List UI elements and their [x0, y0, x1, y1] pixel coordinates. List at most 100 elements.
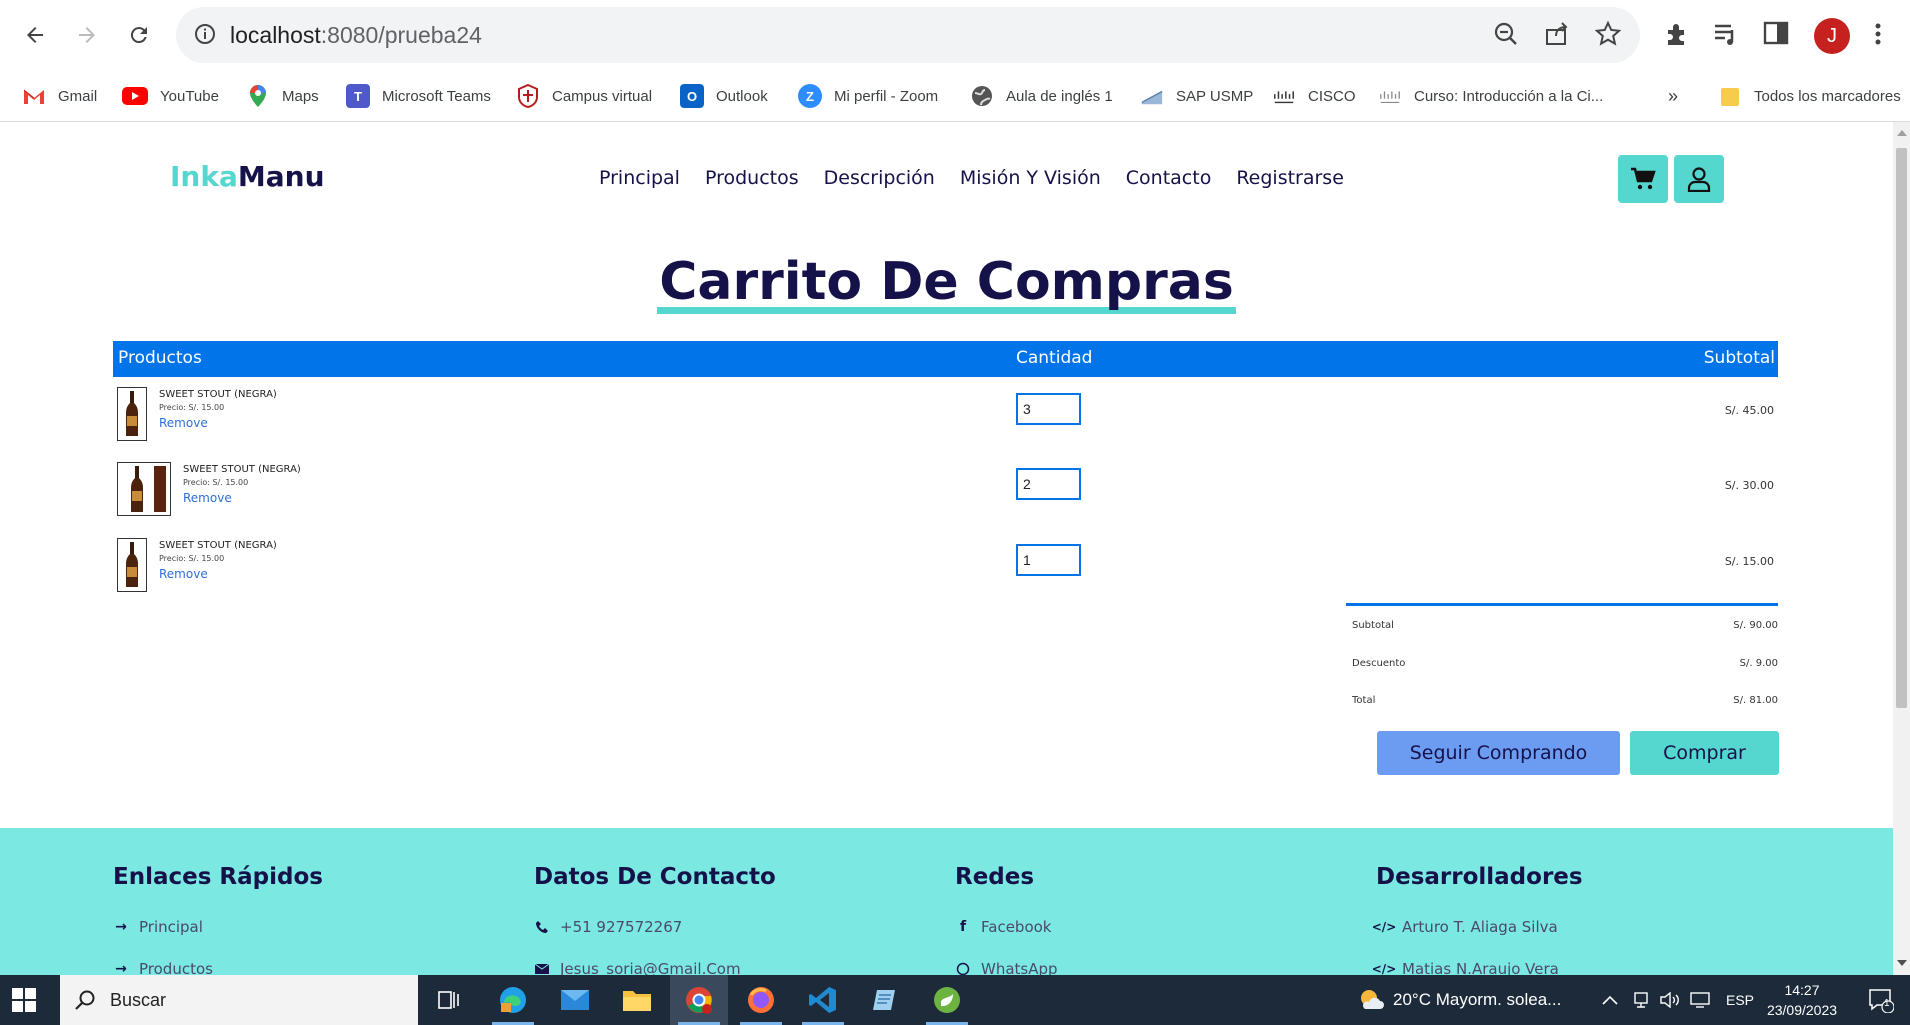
- remove-link[interactable]: Remove: [183, 491, 301, 505]
- product-price: Precio: S/. 15.00: [159, 403, 225, 412]
- page-scrollbar[interactable]: [1893, 122, 1910, 975]
- footer-email[interactable]: Jesus_soria@Gmail.Com: [534, 960, 741, 975]
- cart-button[interactable]: [1618, 155, 1668, 203]
- quantity-input[interactable]: [1016, 468, 1081, 500]
- nav-link-productos[interactable]: Productos: [705, 167, 799, 189]
- taskbar-edge[interactable]: [484, 975, 542, 1025]
- remove-link[interactable]: Remove: [159, 416, 277, 430]
- taskbar-search[interactable]: Buscar: [60, 975, 418, 1025]
- taskbar-mail[interactable]: [546, 975, 604, 1025]
- extensions-icon[interactable]: [1663, 20, 1693, 50]
- profile-initial: J: [1827, 24, 1837, 47]
- quantity-input[interactable]: [1016, 544, 1081, 576]
- bookmark-aula[interactable]: Aula de inglés 1: [970, 82, 1113, 110]
- nav-link-principal[interactable]: Principal: [599, 167, 680, 189]
- bookmark-maps[interactable]: Maps: [246, 82, 319, 110]
- footer-phone[interactable]: +51 927572267: [534, 918, 682, 936]
- facebook-label: Facebook: [981, 918, 1052, 936]
- url-text[interactable]: localhost:8080/prueba24: [230, 22, 482, 49]
- kebab-menu-icon[interactable]: [1873, 20, 1903, 50]
- footer-link[interactable]: → Principal: [113, 918, 203, 936]
- windows-logo-icon: [12, 988, 36, 1012]
- taskbar-notepad[interactable]: [856, 975, 914, 1025]
- totals-total-row: Total S/. 81.00: [1346, 695, 1778, 715]
- reload-button[interactable]: [118, 14, 160, 56]
- product-info: SWEET STOUT (NEGRA) Precio: S/. 15.00 Re…: [183, 464, 301, 505]
- taskbar-weather[interactable]: 20°C Mayorm. solea...: [1357, 975, 1561, 1025]
- taskbar-vscode[interactable]: [794, 975, 852, 1025]
- buy-button[interactable]: Comprar: [1630, 731, 1779, 775]
- row-subtotal: S/. 15.00: [1724, 555, 1774, 568]
- bookmarks-overflow-button[interactable]: »: [1668, 82, 1678, 110]
- campus-icon: [516, 84, 540, 108]
- zoom-out-icon[interactable]: [1493, 21, 1521, 49]
- bookmark-label: Curso: Introducción a la Ci...: [1414, 87, 1604, 105]
- bookmark-zoom[interactable]: Z Mi perfil - Zoom: [798, 82, 938, 110]
- nav-link-contacto[interactable]: Contacto: [1126, 167, 1212, 189]
- volume-icon[interactable]: [1660, 975, 1680, 1025]
- bookmark-teams[interactable]: T Microsoft Teams: [346, 82, 491, 110]
- beer-bottle-icon: [126, 391, 138, 436]
- phone-icon: [534, 919, 550, 935]
- bookmark-gmail[interactable]: Gmail: [22, 82, 97, 110]
- taskbar-file-explorer[interactable]: [608, 975, 666, 1025]
- tray-expand-chevron-icon[interactable]: [1602, 975, 1618, 1025]
- main-nav: Principal Productos Descripción Misión Y…: [599, 167, 1344, 189]
- taskbar-clock[interactable]: 14:27 23/09/2023: [1758, 980, 1846, 1020]
- sap-icon: [1140, 84, 1164, 108]
- taskbar-firefox[interactable]: [732, 975, 790, 1025]
- bookmark-sap[interactable]: SAP USMP: [1140, 82, 1253, 110]
- scroll-thumb[interactable]: [1896, 148, 1907, 708]
- network-icon[interactable]: [1632, 975, 1650, 1025]
- developer-name: Matias N.Araujo Vera: [1402, 960, 1559, 975]
- profile-avatar[interactable]: J: [1814, 18, 1850, 54]
- nav-link-descripcion[interactable]: Descripción: [824, 167, 935, 189]
- bookmark-cisco[interactable]: CISCO: [1272, 82, 1356, 110]
- footer-title: Redes: [955, 864, 1035, 890]
- side-panel-icon[interactable]: [1763, 20, 1793, 50]
- media-queue-icon[interactable]: [1712, 20, 1742, 50]
- share-icon[interactable]: [1544, 21, 1572, 49]
- weather-sun-icon: [1361, 990, 1384, 1009]
- globe-icon: [970, 84, 994, 108]
- taskbar-spring[interactable]: [918, 975, 976, 1025]
- bookmark-outlook[interactable]: O Outlook: [680, 82, 768, 110]
- subtotal-label: Subtotal: [1352, 620, 1394, 631]
- display-icon[interactable]: [1690, 975, 1710, 1025]
- footer-link[interactable]: → Productos: [113, 960, 213, 975]
- quantity-input[interactable]: [1016, 393, 1081, 425]
- outlook-icon: O: [680, 84, 704, 108]
- notifications-button[interactable]: 1: [1868, 975, 1894, 1025]
- forward-button[interactable]: [66, 14, 108, 56]
- scroll-up-arrow-icon[interactable]: [1897, 130, 1907, 136]
- weather-text: 20°C Mayorm. solea...: [1393, 990, 1562, 1009]
- nav-link-mision-vision[interactable]: Misión Y Visión: [960, 167, 1101, 189]
- row-subtotal: S/. 30.00: [1724, 479, 1774, 492]
- remove-link[interactable]: Remove: [159, 567, 277, 581]
- site-logo[interactable]: InkaManu: [170, 160, 325, 193]
- scroll-down-arrow-icon[interactable]: [1897, 960, 1907, 966]
- bookmark-campus[interactable]: Campus virtual: [516, 82, 652, 110]
- nav-link-registrarse[interactable]: Registrarse: [1236, 167, 1344, 189]
- continue-shopping-button[interactable]: Seguir Comprando: [1377, 731, 1620, 775]
- start-button[interactable]: [12, 988, 36, 1017]
- bookmark-youtube[interactable]: YouTube: [122, 82, 219, 110]
- bookmark-label: Maps: [282, 87, 319, 105]
- email-address: Jesus_soria@Gmail.Com: [560, 960, 741, 975]
- address-bar[interactable]: localhost:8080/prueba24: [176, 7, 1640, 63]
- taskbar-chrome[interactable]: [670, 975, 728, 1025]
- product-name: SWEET STOUT (NEGRA): [159, 389, 277, 400]
- clock-date: 23/09/2023: [1766, 1002, 1838, 1018]
- bookmark-curso[interactable]: Curso: Introducción a la Ci...: [1378, 82, 1603, 110]
- site-info-icon[interactable]: [194, 23, 216, 50]
- user-button[interactable]: [1674, 155, 1724, 203]
- footer-whatsapp-link[interactable]: WhatsApp: [955, 960, 1058, 975]
- page-title-wrapper: Carrito De Compras: [0, 250, 1893, 314]
- language-indicator[interactable]: ESP: [1726, 975, 1754, 1025]
- footer-facebook-link[interactable]: f Facebook: [955, 918, 1052, 936]
- bookmark-star-icon[interactable]: [1594, 20, 1623, 49]
- all-bookmarks-folder[interactable]: Todos los marcadores: [1718, 82, 1901, 110]
- vscode-icon: [809, 987, 836, 1013]
- task-view-button[interactable]: [420, 975, 478, 1025]
- back-button[interactable]: [14, 14, 56, 56]
